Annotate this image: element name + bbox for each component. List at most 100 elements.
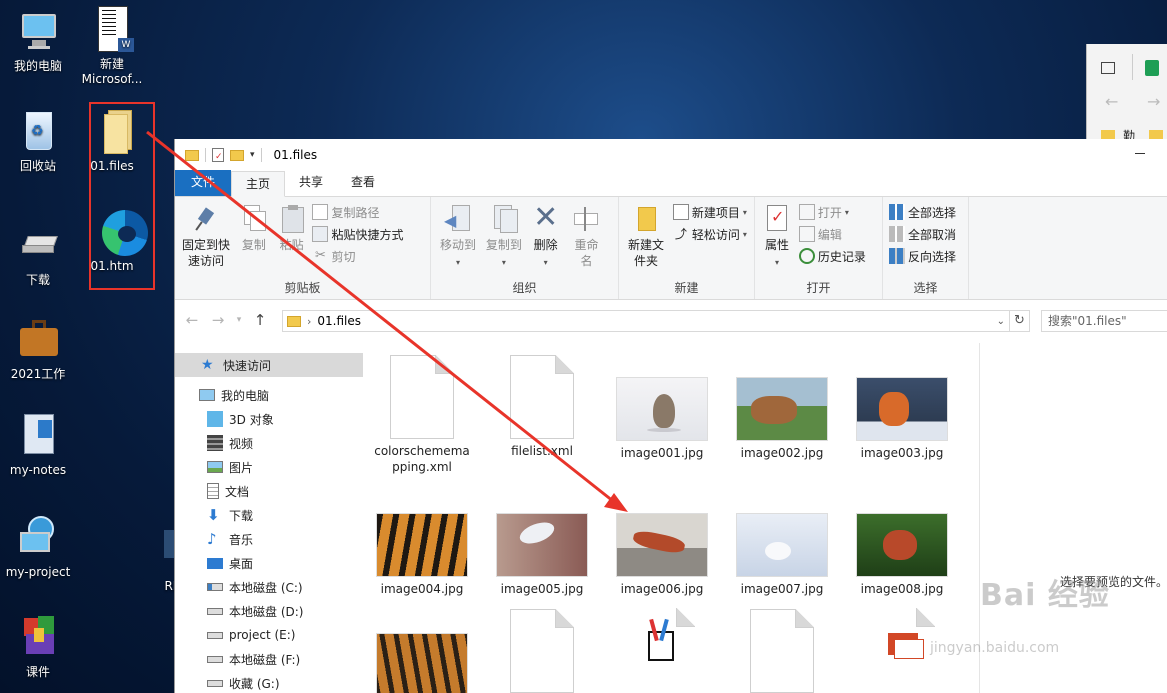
file-name: image005.jpg: [500, 582, 584, 596]
new-group: 新建文件夹 新建项目 ▾ ⤴ 轻松访问 ▾ 新建: [619, 197, 755, 299]
nav-drive-e[interactable]: project (E:): [175, 623, 363, 647]
desktop-icon-word-doc[interactable]: W 新建 Microsof...: [74, 6, 150, 87]
nav-documents[interactable]: 文档: [175, 479, 363, 503]
image-thumbnail: [856, 377, 948, 441]
desktop-icon-2021-work[interactable]: 2021工作: [0, 316, 76, 382]
back-arrow-icon[interactable]: ←: [183, 311, 201, 329]
new-folder-button[interactable]: 新建文件夹: [623, 201, 669, 271]
history-button[interactable]: 历史记录: [798, 247, 866, 265]
forward-arrow-icon[interactable]: →: [1147, 92, 1160, 111]
file-item[interactable]: image007.jpg: [723, 513, 841, 597]
file-item[interactable]: image006.jpg: [603, 513, 721, 597]
select-all-icon: [889, 204, 905, 220]
new-item-button[interactable]: 新建项目 ▾: [672, 203, 747, 221]
drive-icon: [207, 607, 223, 615]
move-to-button[interactable]: ◀ 移动到 ▾: [437, 201, 479, 273]
nav-desktop[interactable]: 桌面: [175, 551, 363, 575]
tab-home[interactable]: 主页: [231, 171, 286, 197]
document-icon: [207, 483, 219, 499]
properties-button[interactable]: ✓ 属性 ▾: [759, 201, 795, 273]
nav-quick-access[interactable]: ★ 快速访问: [175, 353, 363, 377]
desktop-icon-label: 2021工作: [10, 367, 66, 381]
copy-button[interactable]: 复制: [237, 201, 271, 255]
invert-selection-button[interactable]: 反向选择: [889, 247, 956, 265]
cut-button[interactable]: ✂ 剪切: [312, 247, 403, 265]
edit-button[interactable]: 编辑: [798, 225, 866, 243]
search-input[interactable]: 搜索"01.files": [1041, 310, 1167, 332]
file-name: image008.jpg: [860, 582, 944, 596]
paste-shortcut-button[interactable]: 粘贴快捷方式: [312, 225, 404, 243]
select-all-button[interactable]: 全部选择: [889, 203, 956, 221]
file-item[interactable]: image003.jpg: [843, 377, 961, 461]
file-list: colorschememapping.xml filelist.xml imag…: [363, 343, 963, 693]
nav-drive-f[interactable]: 本地磁盘 (F:): [175, 647, 363, 671]
desktop-icon-label: 课件: [25, 665, 50, 679]
desktop-icon-my-notes[interactable]: my-notes: [0, 412, 76, 478]
tab-file[interactable]: 文件: [175, 170, 232, 196]
clipboard-group: 固定到快速访问 复制 粘贴 复制路径 粘贴快捷方式 ✂ 剪切 剪贴板: [175, 197, 431, 299]
desktop-icon-my-project[interactable]: my-project: [0, 514, 76, 580]
file-item[interactable]: image002.jpg: [723, 377, 841, 461]
desktop-icon-downloads[interactable]: 下载: [0, 222, 76, 288]
address-bar[interactable]: › 01.files ⌄: [282, 310, 1010, 332]
file-name: colorschememapping.xml: [374, 444, 470, 474]
breadcrumb-chevron-icon[interactable]: ›: [307, 315, 311, 328]
file-name: image006.jpg: [620, 582, 704, 596]
nav-music[interactable]: ♪ 音乐: [175, 527, 363, 551]
desktop-icon-recycle-bin[interactable]: ♻ 回收站: [0, 108, 76, 174]
drive-icon: [207, 631, 223, 639]
nav-videos[interactable]: 视频: [175, 431, 363, 455]
minimize-button[interactable]: [1135, 153, 1145, 154]
desktop-icon-label: my-notes: [9, 463, 67, 477]
file-item[interactable]: [723, 609, 841, 693]
address-dropdown-icon[interactable]: ⌄: [997, 316, 1005, 327]
breadcrumb[interactable]: 01.files: [317, 314, 361, 328]
nav-drive-d[interactable]: 本地磁盘 (D:): [175, 599, 363, 623]
file-item[interactable]: [603, 608, 721, 693]
pin-quick-access-button[interactable]: 固定到快速访问: [179, 201, 233, 271]
recent-dropdown-icon[interactable]: ▾: [235, 315, 243, 325]
copy-path-button[interactable]: 复制路径: [312, 203, 403, 221]
file-item[interactable]: image004.jpg: [363, 513, 481, 597]
tab-view[interactable]: 查看: [337, 170, 389, 196]
paste-button[interactable]: 粘贴: [275, 201, 309, 255]
pin-icon: [190, 203, 222, 235]
computer-icon: [199, 389, 215, 401]
archive-icon: [14, 614, 62, 662]
file-item[interactable]: filelist.xml: [483, 355, 601, 459]
up-arrow-icon[interactable]: ↑: [251, 311, 269, 329]
nav-this-pc[interactable]: 我的电脑: [175, 383, 363, 407]
file-item[interactable]: [363, 633, 481, 693]
nav-downloads[interactable]: ⬇ 下载: [175, 503, 363, 527]
copy-to-button[interactable]: 复制到 ▾: [483, 201, 525, 273]
desktop-icon-courseware[interactable]: 课件: [0, 614, 76, 680]
quick-toolbar-dropdown-icon[interactable]: ▾: [250, 150, 255, 160]
open-icon: [798, 204, 815, 220]
download-arrow-icon: ⬇: [207, 506, 220, 524]
rename-button[interactable]: 重命名: [566, 201, 606, 271]
tab-share[interactable]: 共享: [285, 170, 337, 196]
select-none-button[interactable]: 全部取消: [889, 225, 956, 243]
file-item[interactable]: image001.jpg: [603, 377, 721, 461]
file-item[interactable]: [483, 609, 601, 693]
delete-button[interactable]: ✕ 删除 ▾: [529, 201, 563, 273]
nav-drive-c[interactable]: 本地磁盘 (C:): [175, 575, 363, 599]
forward-arrow-icon[interactable]: →: [209, 311, 227, 329]
nav-3d-objects[interactable]: 3D 对象: [175, 407, 363, 431]
file-item[interactable]: image005.jpg: [483, 513, 601, 597]
properties-quick-icon[interactable]: ✓: [212, 148, 224, 162]
nav-drive-g[interactable]: 收藏 (G:): [175, 671, 363, 693]
nav-pictures[interactable]: 图片: [175, 455, 363, 479]
open-button[interactable]: 打开 ▾: [798, 203, 866, 221]
desktop-icon-this-pc[interactable]: 我的电脑: [0, 8, 76, 74]
back-arrow-icon[interactable]: ←: [1105, 92, 1118, 111]
history-icon: [798, 248, 815, 264]
refresh-button[interactable]: ↻: [1010, 310, 1030, 332]
file-item[interactable]: colorschememapping.xml: [363, 355, 481, 475]
file-item[interactable]: image008.jpg: [843, 513, 961, 597]
file-name: image002.jpg: [740, 446, 824, 460]
word-document-icon: W: [88, 6, 136, 54]
open-small-buttons: 打开 ▾ 编辑 历史记录: [798, 201, 866, 265]
easy-access-button[interactable]: ⤴ 轻松访问 ▾: [673, 225, 747, 243]
new-folder-quick-icon[interactable]: [230, 149, 244, 161]
